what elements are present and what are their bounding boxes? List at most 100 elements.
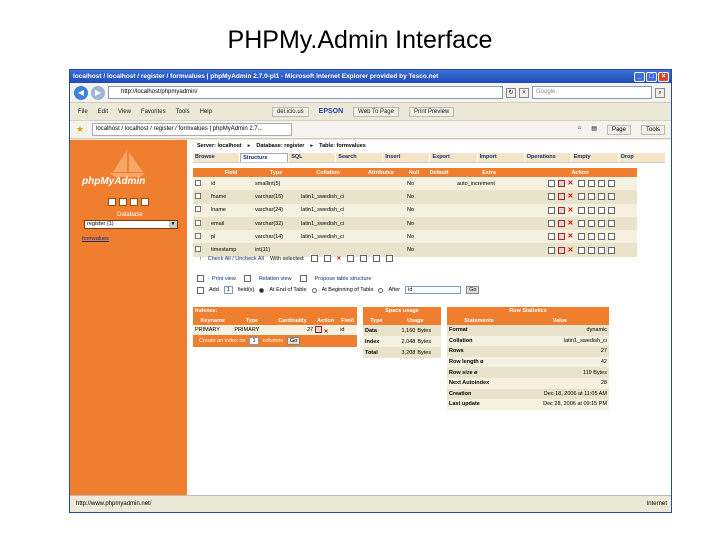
row-checkbox[interactable] <box>195 206 201 213</box>
unique-selected-icon[interactable] <box>373 255 381 262</box>
unique-icon[interactable] <box>597 206 605 214</box>
index-icon[interactable] <box>587 206 595 214</box>
fulltext-icon[interactable] <box>607 206 615 214</box>
index-icon[interactable] <box>587 233 595 241</box>
close-button[interactable]: × <box>658 71 669 82</box>
index-icon[interactable] <box>587 193 595 201</box>
tab-search[interactable]: Search <box>336 153 383 162</box>
primary-key-icon[interactable] <box>577 233 585 241</box>
delete-icon[interactable]: ✕ <box>568 247 575 254</box>
primary-key-icon[interactable] <box>577 220 585 228</box>
menu-tools[interactable]: Tools <box>176 109 190 115</box>
row-checkbox[interactable] <box>195 232 201 239</box>
table-link-formvalues[interactable]: formvalues <box>82 236 109 242</box>
primary-key-icon[interactable] <box>577 206 585 214</box>
database-select[interactable]: register (1) ▼ <box>84 220 178 229</box>
propose-structure-link[interactable]: Propose table structure <box>315 276 372 282</box>
primary-key-icon[interactable] <box>577 180 585 188</box>
primary-selected-icon[interactable] <box>347 255 355 262</box>
relation-view-link[interactable]: Relation view <box>259 276 292 282</box>
crumb-table[interactable]: Table: formvalues <box>319 143 366 149</box>
chevron-down-icon[interactable]: ▼ <box>169 221 177 228</box>
web-to-page-button[interactable]: Web To Page <box>353 106 399 117</box>
delete-icon[interactable]: ✕ <box>568 233 575 240</box>
fulltext-selected-icon[interactable] <box>386 255 394 262</box>
home-icon[interactable]: ⌂ <box>578 125 582 135</box>
tab-export[interactable]: Export <box>430 153 477 162</box>
check-all-link[interactable]: Check All / Uncheck All <box>208 256 264 262</box>
delete-icon[interactable]: ✕ <box>568 193 575 200</box>
browse-selected-icon[interactable] <box>310 255 318 262</box>
print-preview-button[interactable]: Print Preview <box>408 106 455 117</box>
delete-icon[interactable]: ✕ <box>568 220 575 227</box>
minimize-button[interactable]: _ <box>634 71 645 82</box>
tab-sql[interactable]: SQL <box>289 153 336 162</box>
browse-icon[interactable] <box>547 246 555 254</box>
docs-icon[interactable] <box>130 198 138 206</box>
sql-docs-icon[interactable] <box>141 198 149 206</box>
home-icon[interactable] <box>108 198 116 206</box>
menu-favorites[interactable]: Favorites <box>141 109 166 115</box>
delete-icon[interactable]: ✕ <box>568 207 575 214</box>
favorites-star-icon[interactable]: ★ <box>76 124 84 135</box>
at-beginning-radio[interactable] <box>311 287 317 293</box>
unique-icon[interactable] <box>597 220 605 228</box>
menu-edit[interactable]: Edit <box>98 109 108 115</box>
create-index-count-input[interactable]: 1 <box>249 337 259 345</box>
edit-icon[interactable] <box>557 206 565 214</box>
edit-icon[interactable] <box>557 193 565 201</box>
browse-icon[interactable] <box>547 193 555 201</box>
unique-icon[interactable] <box>597 246 605 254</box>
query-window-icon[interactable] <box>119 198 127 206</box>
menu-file[interactable]: File <box>78 109 88 115</box>
stop-icon[interactable]: × <box>519 87 529 98</box>
tab-browse[interactable]: Browse <box>193 153 240 162</box>
browse-icon[interactable] <box>547 220 555 228</box>
unique-icon[interactable] <box>597 193 605 201</box>
fulltext-icon[interactable] <box>607 193 615 201</box>
tab-operations[interactable]: Operations <box>524 153 571 162</box>
browse-icon[interactable] <box>547 206 555 214</box>
menu-help[interactable]: Help <box>200 109 212 115</box>
address-input[interactable]: http://localhost/phpmyadmin/ <box>108 86 503 99</box>
unique-icon[interactable] <box>597 180 605 188</box>
add-go-button[interactable]: Go <box>466 286 480 294</box>
fulltext-icon[interactable] <box>607 220 615 228</box>
print-view-link[interactable]: Print view <box>212 276 236 282</box>
delete-icon[interactable]: ✕ <box>324 329 329 335</box>
browser-tab[interactable]: localhost / localhost / register / formv… <box>92 123 293 136</box>
edit-icon[interactable] <box>557 220 565 228</box>
browse-icon[interactable] <box>547 180 555 188</box>
unique-icon[interactable] <box>597 233 605 241</box>
tab-insert[interactable]: Insert <box>383 153 430 162</box>
row-checkbox[interactable] <box>195 192 201 199</box>
delicious-button[interactable]: del.icio.us <box>271 106 309 117</box>
primary-key-icon[interactable] <box>577 246 585 254</box>
tab-empty[interactable]: Empty <box>571 153 618 162</box>
print-icon[interactable]: ▤ <box>591 125 597 135</box>
edit-icon[interactable] <box>315 325 323 333</box>
primary-key-icon[interactable] <box>577 193 585 201</box>
index-icon[interactable] <box>587 220 595 228</box>
row-checkbox[interactable] <box>195 219 201 226</box>
index-selected-icon[interactable] <box>360 255 368 262</box>
row-checkbox[interactable] <box>195 179 201 186</box>
forward-button[interactable]: ▶ <box>91 85 105 100</box>
after-radio[interactable] <box>378 287 384 293</box>
maximize-button[interactable]: □ <box>646 71 657 82</box>
add-count-input[interactable]: 1 <box>223 286 233 294</box>
menu-view[interactable]: View <box>118 109 131 115</box>
browse-icon[interactable] <box>547 233 555 241</box>
tab-structure[interactable]: Structure <box>240 153 289 162</box>
refresh-icon[interactable]: ↻ <box>506 87 516 98</box>
edit-icon[interactable] <box>557 233 565 241</box>
index-icon[interactable] <box>587 180 595 188</box>
fulltext-icon[interactable] <box>607 180 615 188</box>
edit-selected-icon[interactable] <box>323 255 331 262</box>
fulltext-icon[interactable] <box>607 246 615 254</box>
crumb-server[interactable]: Server: localhost <box>197 143 242 149</box>
tab-drop[interactable]: Drop <box>618 153 665 162</box>
tools-menu-button[interactable]: Tools <box>640 124 665 135</box>
search-input[interactable]: Google <box>532 86 652 99</box>
page-menu-button[interactable]: Page <box>606 124 631 135</box>
